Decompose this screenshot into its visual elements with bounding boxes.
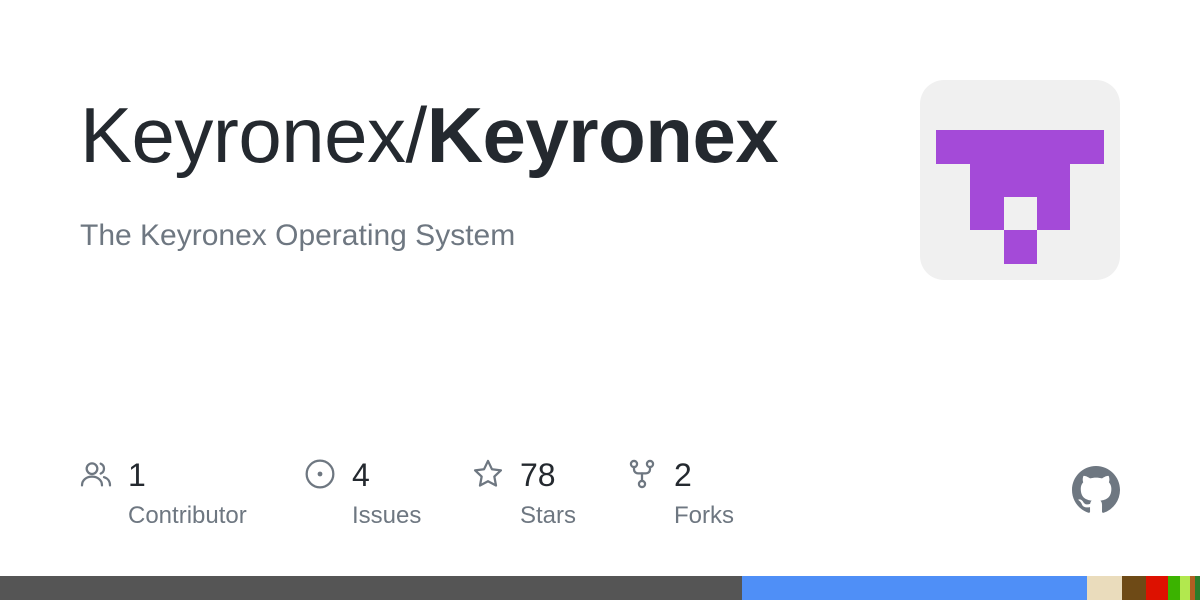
star-icon (473, 459, 503, 487)
language-segment (1195, 576, 1200, 600)
repo-title[interactable]: Keyronex/Keyronex (80, 88, 779, 182)
stat-value: 78 (520, 457, 556, 493)
repo-card: Keyronex/Keyronex The Keyronex Operating… (0, 0, 1200, 600)
repo-name: Keyronex (426, 91, 779, 179)
stat-value: 1 (128, 457, 146, 493)
stat-value: 4 (352, 457, 370, 493)
github-icon[interactable] (1072, 466, 1120, 514)
language-segment (1145, 576, 1168, 600)
language-segment (741, 576, 1088, 600)
language-segment (0, 576, 742, 600)
keyronex-logo-icon (936, 130, 1104, 264)
issue-icon (305, 459, 335, 489)
language-bar (0, 576, 1200, 600)
stat-label: Contributor (128, 502, 247, 529)
repo-avatar (920, 80, 1120, 280)
fork-icon (629, 459, 655, 489)
stat-label: Stars (520, 502, 577, 529)
repo-description: The Keyronex Operating System (80, 219, 516, 252)
language-segment (1179, 576, 1191, 600)
stat-label: Forks (674, 502, 734, 529)
language-segment (1087, 576, 1122, 600)
repo-owner: Keyronex/ (80, 91, 427, 179)
language-segment (1121, 576, 1146, 600)
stat-value: 2 (674, 457, 692, 493)
people-icon (80, 462, 112, 487)
stat-label: Issues (352, 502, 422, 529)
language-segment (1167, 576, 1180, 600)
